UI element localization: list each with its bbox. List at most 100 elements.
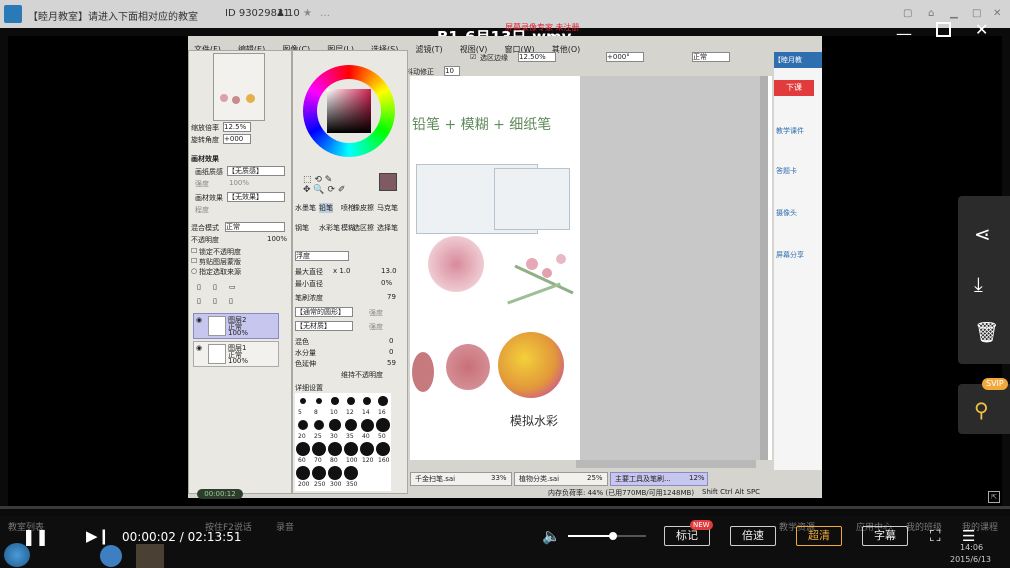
volume-icon[interactable]: 🔈 [542, 527, 561, 545]
brush-size-dot[interactable] [344, 418, 358, 432]
svip-pin-panel[interactable]: SVIP ⚲ [958, 378, 1010, 434]
delete-icon[interactable]: 🗑 [974, 320, 999, 344]
end-class-button[interactable]: 下课 [774, 80, 814, 96]
tool-pencil[interactable]: 铅笔 [319, 203, 333, 213]
brush-size-dot[interactable] [376, 442, 390, 456]
file-tab[interactable]: 千金扫笔.sai 33% [410, 472, 512, 486]
current-color-swatch[interactable] [379, 173, 397, 191]
edge-checkbox[interactable]: ☑ [470, 53, 476, 61]
zoom-field[interactable]: 12.50% [518, 52, 556, 62]
brush-size-dot[interactable] [312, 442, 326, 456]
navigator-preview[interactable] [213, 53, 265, 121]
brush-size-dot[interactable] [312, 466, 326, 480]
brush-size-dot[interactable] [344, 442, 358, 456]
file-tab[interactable]: 植物分类.sai 25% [514, 472, 608, 486]
brush-size-dot[interactable] [296, 466, 310, 480]
pin-icon[interactable]: ⚲ [974, 398, 989, 422]
star-icon[interactable]: ★ [303, 8, 312, 19]
copy-layer-icon[interactable]: ▯ [197, 297, 201, 305]
min-size-value[interactable]: 0% [381, 279, 392, 287]
tool-sel-eraser[interactable]: 选区擦 [353, 223, 374, 233]
volume-slider[interactable] [568, 532, 646, 540]
file-tab-active[interactable]: 主要工具及笔刷... 12% [610, 472, 708, 486]
taskbar-app-icon[interactable] [100, 545, 122, 567]
new-folder-icon[interactable]: ▭ [229, 283, 236, 291]
courseware-item[interactable]: 教学课件 [776, 126, 804, 136]
effect-select[interactable]: 【无效果】 [227, 192, 285, 202]
minimize-icon[interactable]: ▁ [950, 8, 958, 19]
angle-field[interactable]: +000° [606, 52, 644, 62]
brush-size-dot[interactable] [360, 442, 374, 456]
record-audio[interactable]: 录音 [276, 520, 294, 533]
merge-icon[interactable]: ▯ [213, 297, 217, 305]
detail-settings[interactable]: 详细设置 [295, 383, 323, 393]
taskbar-app-icon[interactable] [136, 544, 164, 568]
stab-field[interactable]: 10 [444, 66, 460, 76]
speed-button[interactable]: 倍速 [730, 526, 776, 546]
max-size-mult[interactable]: x 1.0 [333, 267, 351, 275]
brush-shape-select[interactable]: 【通常的圆形】 [295, 307, 353, 317]
quality-button[interactable]: 超清 [796, 526, 842, 546]
shape-select[interactable]: 浮度 [295, 251, 349, 261]
tool-watercolor[interactable]: 水彩笔 [319, 223, 340, 233]
color-wheel[interactable] [303, 65, 395, 157]
camera-item[interactable]: 摄像头 [776, 208, 797, 218]
brush-size-dot[interactable] [313, 419, 325, 431]
brush-texture-select[interactable]: 【无材质】 [295, 321, 353, 331]
close-video-icon[interactable]: ✕ [975, 20, 988, 39]
tool-sel-pen[interactable]: 选择笔 [377, 223, 398, 233]
brush-size-dot[interactable] [376, 418, 390, 432]
brush-size-dot[interactable] [329, 419, 341, 431]
canvas-hscroll[interactable] [576, 460, 756, 468]
brush-size-dot[interactable] [328, 466, 342, 480]
seek-bar[interactable] [0, 506, 1010, 509]
layer-row-1[interactable]: ◉ 图层1 正常 100% [193, 341, 279, 367]
maximize-icon[interactable]: □ [972, 8, 981, 19]
brush-size-dot[interactable] [296, 442, 310, 456]
restore-icon[interactable]: ▢ [903, 8, 912, 19]
minimize-icon[interactable]: — [896, 24, 912, 43]
blend-value[interactable]: 0 [389, 337, 393, 345]
new-layer-icon[interactable]: ▯ [197, 283, 201, 291]
tool-pen[interactable]: 钢笔 [295, 223, 309, 233]
start-orb-icon[interactable] [4, 543, 30, 567]
exit-icon[interactable]: ⇱ [988, 491, 1000, 503]
brush-size-dot[interactable] [300, 398, 306, 404]
brush-size-dot[interactable] [362, 396, 372, 406]
water-value[interactable]: 0 [389, 348, 393, 356]
paper-select[interactable]: 【无质感】 [227, 166, 285, 176]
selection-tools[interactable]: ⬚ ⟲ ✎ ✥ 🔍 ⟳ ✐ [303, 175, 373, 199]
delete-layer-icon[interactable]: ▯ [229, 297, 233, 305]
share-icon[interactable]: ⋖ [974, 222, 991, 246]
persist-value[interactable]: 59 [387, 359, 396, 367]
mode-field[interactable]: 正常 [692, 52, 730, 62]
new-linework-icon[interactable]: ▯ [213, 283, 217, 291]
color-square[interactable] [327, 89, 371, 133]
keep-opacity-check[interactable]: 维持不透明度 [341, 370, 383, 380]
brush-size-dot[interactable] [360, 418, 374, 432]
tool-inkpen[interactable]: 水墨笔 [295, 203, 316, 213]
brush-size-dot[interactable] [297, 419, 309, 431]
close-icon[interactable]: ✕ [993, 8, 1001, 19]
nav-rotate-field[interactable]: +000 [223, 134, 251, 144]
layer-row-2[interactable]: ◉ 图层2 正常 100% [193, 313, 279, 339]
check-lock-opacity[interactable]: ☐ [191, 247, 197, 255]
brush-size-dot[interactable] [378, 396, 388, 406]
fullscreen-icon[interactable] [936, 22, 951, 37]
more-icon[interactable]: … [320, 8, 330, 19]
max-size-value[interactable]: 13.0 [381, 267, 397, 275]
download-icon[interactable]: ⤓ [974, 272, 983, 296]
check-source[interactable]: ○ [191, 267, 197, 275]
pin-icon[interactable]: ⌂ [928, 8, 934, 19]
density-value[interactable]: 79 [387, 293, 396, 301]
brush-size-dot[interactable] [331, 397, 339, 405]
brush-size-dot[interactable] [344, 466, 358, 480]
home-icon[interactable] [4, 5, 22, 23]
subtitle-button[interactable]: 字幕 [862, 526, 908, 546]
canvas-vscroll[interactable] [760, 76, 768, 460]
eye-icon[interactable]: ◉ [196, 316, 202, 324]
pause-icon[interactable]: ❚❚ [22, 527, 49, 546]
tool-eraser[interactable]: 橡皮擦 [353, 203, 374, 213]
eye-icon[interactable]: ◉ [196, 344, 202, 352]
screen-share-item[interactable]: 屏幕分享 [776, 250, 804, 260]
